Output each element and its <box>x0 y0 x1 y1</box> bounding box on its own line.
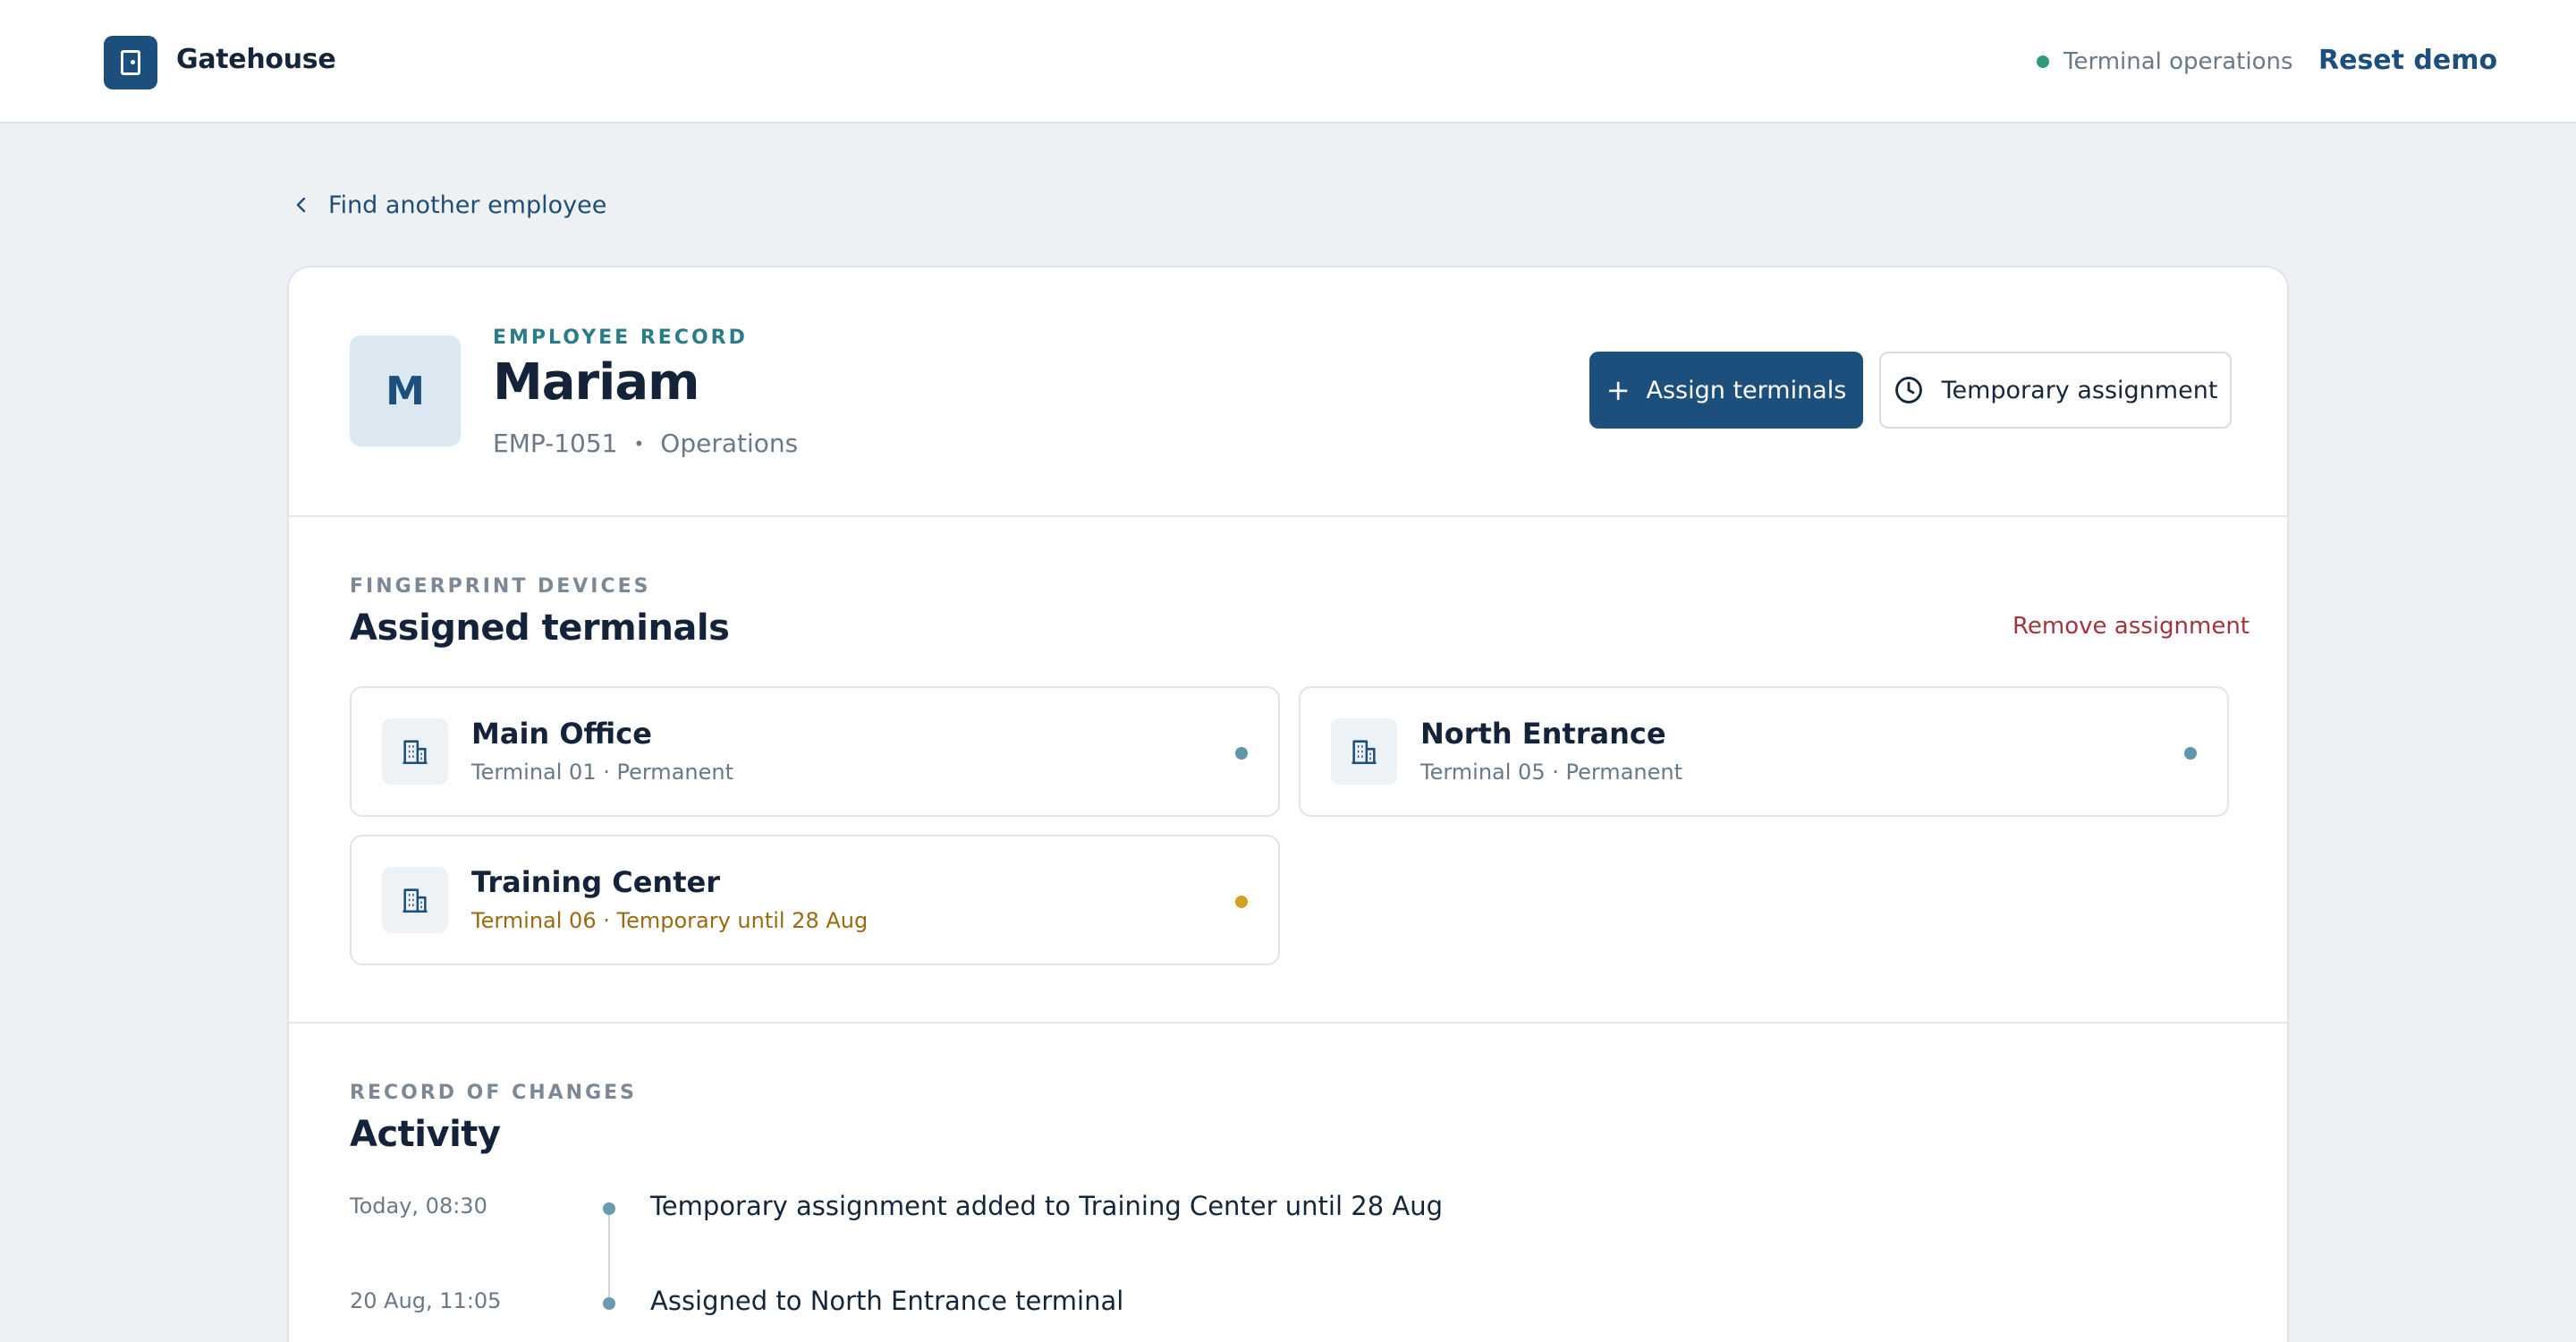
activity-text: Assigned to North Entrance terminal <box>650 1286 1124 1316</box>
terminal-card-main-office[interactable]: Main Office Terminal 01 · Permanent <box>350 686 1280 817</box>
employee-record-eyebrow: EMPLOYEE RECORD <box>493 327 748 349</box>
employee-department: Operations <box>660 429 799 458</box>
employee-name: Mariam <box>493 353 699 412</box>
back-link[interactable]: Find another employee <box>291 190 606 220</box>
employee-id: EMP-1051 <box>493 429 618 458</box>
avatar: M <box>350 336 461 446</box>
record-of-changes-eyebrow: RECORD OF CHANGES <box>350 1082 637 1104</box>
terminal-detail: Terminal 05 · Permanent <box>1420 760 1682 785</box>
timeline-line <box>608 1211 610 1306</box>
temporary-assignment-label: Temporary assignment <box>1941 376 2218 404</box>
assigned-terminals-title: Assigned terminals <box>350 607 730 649</box>
temporary-assignment-button[interactable]: Temporary assignment <box>1879 352 2232 429</box>
assign-terminals-button[interactable]: + Assign terminals <box>1589 352 1863 429</box>
terminal-detail: Terminal 01 · Permanent <box>471 760 733 785</box>
terminal-card-north-entrance[interactable]: North Entrance Terminal 05 · Permanent <box>1299 686 2229 817</box>
meta-separator: • <box>633 432 645 454</box>
status-dot-icon <box>2184 747 2197 760</box>
terminal-name: Main Office <box>471 717 652 751</box>
activity-text: Temporary assignment added to Training C… <box>650 1191 1443 1221</box>
section-divider <box>289 1022 2287 1023</box>
building-icon <box>1331 718 1397 785</box>
employee-card: M EMPLOYEE RECORD Mariam EMP-1051 • Oper… <box>287 266 2289 1342</box>
section-divider <box>289 515 2287 517</box>
timeline-dot-icon <box>603 1297 615 1310</box>
activity-time: Today, 08:30 <box>350 1193 487 1219</box>
building-icon <box>382 718 448 785</box>
timeline-dot-icon <box>603 1202 615 1215</box>
activity-time: 20 Aug, 11:05 <box>350 1288 502 1313</box>
activity-title: Activity <box>350 1114 501 1155</box>
logo-icon <box>104 36 157 89</box>
status-dot-icon <box>2037 55 2049 68</box>
assign-terminals-label: Assign terminals <box>1646 376 1847 404</box>
top-bar: Gatehouse Terminal operations Reset demo <box>0 0 2576 123</box>
chevron-left-icon <box>296 197 306 213</box>
remove-assignment-link[interactable]: Remove assignment <box>2012 613 2250 640</box>
status-text: Terminal operations <box>2063 48 2293 75</box>
fingerprint-devices-eyebrow: FINGERPRINT DEVICES <box>350 575 651 598</box>
terminal-name: North Entrance <box>1420 717 1666 751</box>
terminal-name: Training Center <box>471 865 720 899</box>
terminal-detail: Terminal 06 · Temporary until 28 Aug <box>471 908 869 933</box>
status-dot-icon <box>1235 896 1248 908</box>
employee-meta: EMP-1051 • Operations <box>493 429 798 458</box>
status-dot-icon <box>1235 747 1248 760</box>
terminal-card-training-center[interactable]: Training Center Terminal 06 · Temporary … <box>350 835 1280 965</box>
reset-demo-button[interactable]: Reset demo <box>2318 45 2497 76</box>
building-icon <box>382 867 448 933</box>
brand-name: Gatehouse <box>176 44 336 75</box>
clock-icon <box>1894 377 1922 403</box>
plus-icon: + <box>1606 373 1631 407</box>
back-link-label: Find another employee <box>328 191 607 219</box>
